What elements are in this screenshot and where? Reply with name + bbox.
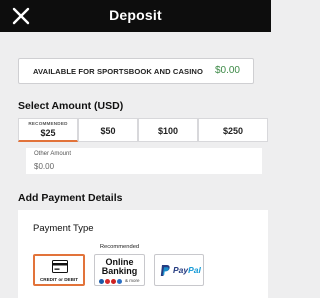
bank-logo-icon [99,279,104,284]
bank-logo-icon [105,279,110,284]
select-amount-heading: Select Amount (USD) [18,100,124,112]
payment-option-paypal[interactable]: PayPal [154,254,204,286]
bank-logos: & more [99,278,143,285]
payment-type-label: Payment Type [33,223,94,234]
credit-card-icon [52,260,68,273]
amount-option-label: $100 [157,126,179,136]
balance-value: $0.00 [214,65,240,76]
recommended-badge: RECOMMENDED [28,121,68,126]
bank-logo-icon [117,279,122,284]
paypal-wordmark: PayPal [173,265,201,275]
amount-options: RECOMMENDED $25 $50 $100 $250 [18,118,268,142]
online-banking-line2: Banking [101,266,138,276]
amount-option-50[interactable]: $50 [78,118,138,142]
amount-option-25[interactable]: RECOMMENDED $25 [18,118,78,142]
other-amount-value: $0.00 [34,162,55,171]
balance-panel: AVAILABLE FOR SPORTSBOOK AND CASINO $0.0… [18,58,254,84]
payment-option-card[interactable]: CREDIT or DEBIT [33,254,85,286]
other-amount-label: Other Amount [34,151,72,157]
bank-logo-icon [111,279,116,284]
amount-option-250[interactable]: $250 [198,118,268,142]
paypal-icon [160,265,170,276]
header-bar: Deposit [0,0,271,32]
other-amount-input[interactable]: Other Amount $0.00 [26,148,262,174]
payment-details-heading: Add Payment Details [18,192,123,204]
paypal-wordmark-pal: Pal [188,265,201,275]
recommended-label: Recommended [99,244,140,250]
payment-type-panel: Payment Type CREDIT or DEBIT Recommended… [18,210,268,298]
payment-option-online-banking[interactable]: Online Banking & more [94,254,145,286]
amount-option-label: $50 [100,126,116,136]
page-title: Deposit [109,7,162,23]
amount-option-100[interactable]: $100 [138,118,198,142]
payment-option-card-label: CREDIT or DEBIT [39,277,79,282]
balance-label: AVAILABLE FOR SPORTSBOOK AND CASINO [33,67,204,76]
online-banking-more: & more [125,278,140,283]
amount-option-label: $250 [222,126,244,136]
paypal-wordmark-pay: Pay [173,265,189,275]
amount-option-label: $25 [40,128,56,138]
